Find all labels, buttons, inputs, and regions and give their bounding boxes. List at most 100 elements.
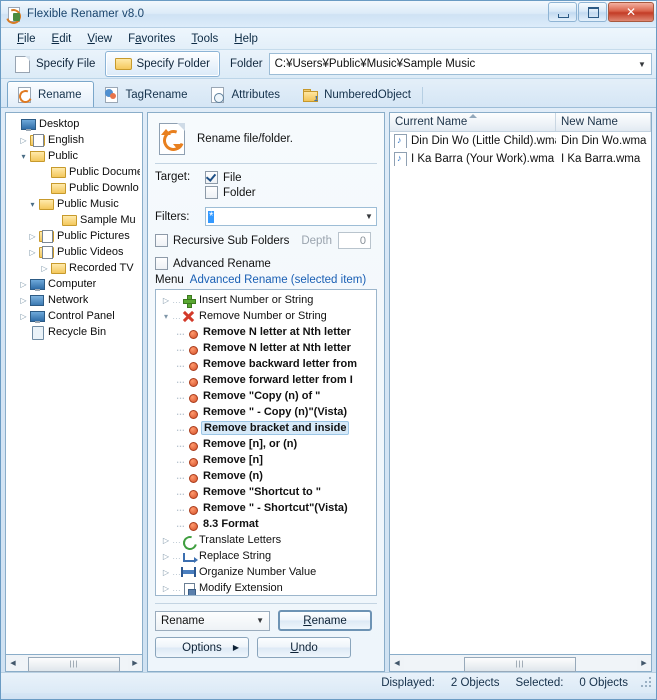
menu-favorites[interactable]: Favorites [120,31,183,47]
tree-item-network[interactable]: ▷ Network [6,292,142,308]
organize-icon [181,566,196,579]
scroll-left-icon[interactable]: ◀ [6,656,20,670]
menu-view[interactable]: View [79,31,120,47]
menu-tools[interactable]: Tools [183,31,226,47]
tree-item-recycle-bin[interactable]: Recycle Bin [6,324,142,340]
method-remove-paren-n[interactable]: … Remove (n) [156,468,376,484]
folder-path-combobox[interactable]: C:¥Users¥Public¥Music¥Sample Music ▼ [268,53,652,75]
target-folder-checkbox[interactable]: Folder [205,185,256,200]
scroll-right-icon[interactable]: ▶ [128,656,142,670]
method-replace-string[interactable]: ▷ … Replace String [156,548,376,564]
depth-input[interactable]: 0 [338,232,372,249]
tree-item-control-panel[interactable]: ▷ Control Panel [6,308,142,324]
column-header-current-name[interactable]: Current Name [390,113,556,131]
chevron-down-icon[interactable]: ▾ [18,152,29,161]
tree-item-public[interactable]: ▾ Public [6,148,142,164]
scroll-thumb[interactable]: ||| [28,656,120,672]
method-insert-number-or-string[interactable]: ▷ … Insert Number or String [156,292,376,308]
tree-item-public-downloads[interactable]: Public Downlo [6,180,142,196]
chevron-right-icon[interactable]: ▷ [18,296,29,305]
rename-button[interactable]: Rename [278,610,372,631]
target-file-checkbox[interactable]: File [205,170,256,185]
chevron-right-icon[interactable]: ▷ [160,568,172,577]
method-remove-shortcut-vista[interactable]: … Remove " - Shortcut"(Vista) [156,500,376,516]
menu-file[interactable]: File [9,31,44,47]
tree-item-english[interactable]: ▷ English [6,132,142,148]
chevron-right-icon[interactable]: ▷ [39,264,50,273]
specify-folder-button[interactable]: Specify Folder [105,51,220,77]
folder-tree[interactable]: Desktop ▷ English ▾ Public Public Docume [5,112,143,655]
tab-attributes[interactable]: Attributes [200,81,293,107]
method-remove-copy-n-vista[interactable]: … Remove " - Copy (n)"(Vista) [156,404,376,420]
folder-tree-hscrollbar[interactable]: ◀ ||| ▶ [5,655,143,672]
chevron-right-icon[interactable]: ▷ [160,552,172,561]
chevron-right-icon[interactable]: ▷ [18,280,29,289]
tab-rename[interactable]: Rename [7,81,95,107]
advanced-rename-checkbox[interactable]: Advanced Rename [155,256,377,271]
file-list-hscrollbar[interactable]: ◀ ||| ▶ [389,655,652,672]
tree-item-sample-music[interactable]: Sample Mu [6,212,142,228]
advanced-rename-link[interactable]: Advanced Rename (selected item) [190,274,366,286]
method-remove-copy-n-of[interactable]: … Remove "Copy (n) of " [156,388,376,404]
tree-item-recorded-tv[interactable]: ▷ Recorded TV [6,260,142,276]
maximize-button[interactable] [578,2,607,22]
method-8-3-format[interactable]: … 8.3 Format [156,516,376,532]
tree-item-desktop[interactable]: Desktop [6,116,142,132]
options-button[interactable]: Options ▶ [155,637,249,658]
scroll-track[interactable]: ||| [20,656,128,672]
recursive-subfolders-checkbox[interactable]: Recursive Sub Folders [155,233,289,248]
tree-item-public-music[interactable]: ▾ Public Music [6,196,142,212]
chevron-right-icon[interactable]: ▷ [27,248,38,257]
menu-help[interactable]: Help [226,31,266,47]
undo-button[interactable]: Undo [257,637,351,658]
method-remove-bracket-n[interactable]: … Remove [n], or (n) [156,436,376,452]
mode-combobox[interactable]: Rename ▼ [155,610,270,631]
table-row[interactable]: ♪ Din Din Wo (Little Child).wma Din Din … [390,132,651,150]
method-organize-number-value[interactable]: ▷ … Organize Number Value [156,564,376,580]
chevron-right-icon[interactable]: ▷ [18,312,29,321]
scroll-left-icon[interactable]: ◀ [390,656,404,670]
chevron-down-icon[interactable]: ▾ [160,312,172,321]
method-remove-number-or-string[interactable]: ▾ … Remove Number or String [156,308,376,324]
scroll-thumb[interactable]: ||| [464,656,576,672]
specify-file-label: Specify File [36,58,96,70]
tree-item-public-documents[interactable]: Public Docume [6,164,142,180]
depth-label: Depth [301,234,333,247]
method-remove-forward-letter[interactable]: … Remove forward letter from I [156,372,376,388]
close-button[interactable]: ✕ [608,2,654,22]
rename-method-tree[interactable]: ▷ … Insert Number or String ▾ … Remove N… [155,289,377,596]
method-remove-square-n[interactable]: … Remove [n] [156,452,376,468]
tree-item-public-pictures[interactable]: ▷ Public Pictures [6,228,142,244]
chevron-down-icon[interactable]: ▼ [362,212,376,221]
tree-line: … [176,503,185,513]
minimize-button[interactable] [548,2,577,22]
chevron-down-icon[interactable]: ▼ [635,60,649,69]
method-remove-n-letter-at-nth-2[interactable]: … Remove N letter at Nth letter [156,340,376,356]
chevron-down-icon[interactable]: ▼ [256,616,264,625]
method-remove-bracket-and-inside[interactable]: … Remove bracket and inside [156,420,376,436]
method-remove-backward-letter[interactable]: … Remove backward letter from [156,356,376,372]
tab-numberedobject[interactable]: 1 NumberedObject [293,81,424,107]
method-translate-letters[interactable]: ▷ … Translate Letters [156,532,376,553]
tree-item-computer[interactable]: ▷ Computer [6,276,142,292]
table-row[interactable]: ♪ I Ka Barra (Your Work).wma I Ka Barra.… [390,150,651,168]
chevron-right-icon[interactable]: ▷ [18,136,29,145]
method-modify-extension[interactable]: ▷ … Modify Extension [156,580,376,595]
rename-panel-header: Rename file/folder. [155,119,377,161]
method-remove-n-letter-at-nth-1[interactable]: … Remove N letter at Nth letter [156,324,376,340]
menu-edit[interactable]: Edit [44,31,80,47]
specify-file-button[interactable]: Specify File [5,51,105,77]
scroll-right-icon[interactable]: ▶ [637,656,651,670]
resize-grip-icon[interactable] [640,676,654,690]
chevron-down-icon[interactable]: ▾ [27,200,38,209]
chevron-right-icon[interactable]: ▷ [160,536,172,545]
method-remove-shortcut-to[interactable]: … Remove "Shortcut to " [156,484,376,500]
chevron-right-icon[interactable]: ▷ [160,584,172,593]
filters-combobox[interactable]: * ▼ [205,207,377,226]
tab-tagrename[interactable]: TagRename [94,81,200,107]
column-header-new-name[interactable]: New Name [556,113,651,131]
chevron-right-icon[interactable]: ▷ [27,232,38,241]
tree-item-public-videos[interactable]: ▷ Public Videos [6,244,142,260]
chevron-right-icon[interactable]: ▷ [160,296,172,305]
scroll-track[interactable]: ||| [404,656,637,672]
